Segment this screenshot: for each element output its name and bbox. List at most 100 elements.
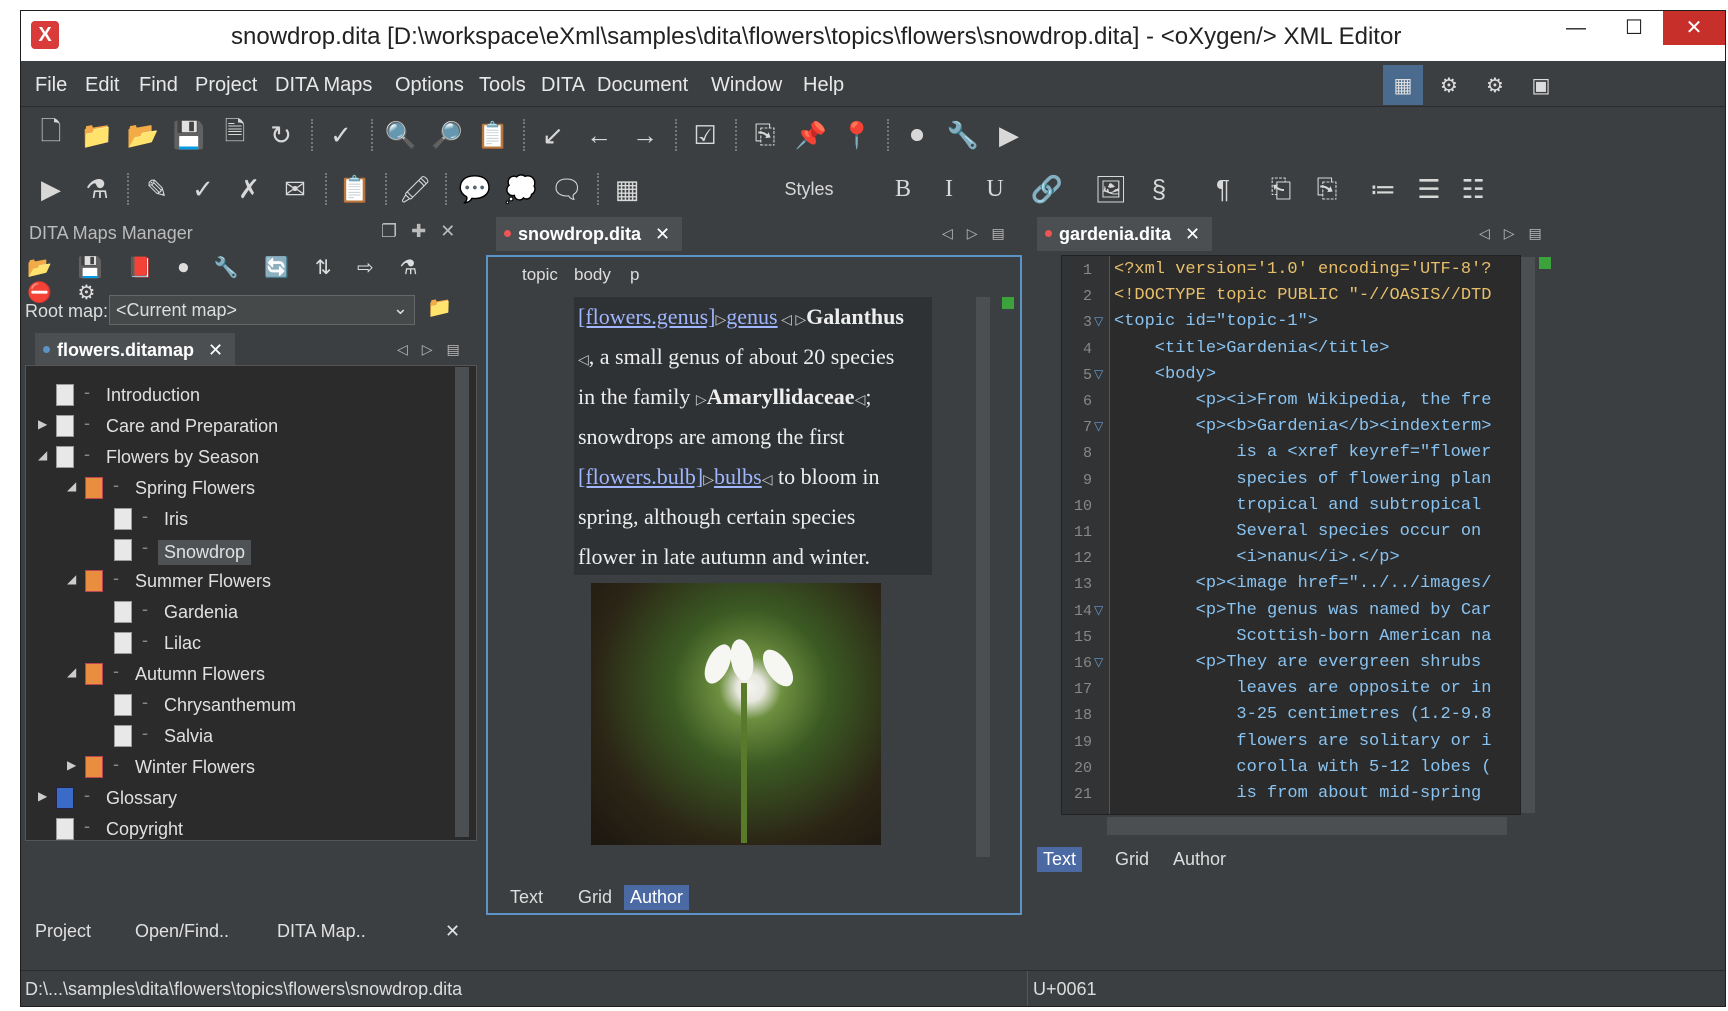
maximize-button[interactable]: ☐ xyxy=(1609,11,1659,45)
pin-red-icon[interactable]: 📌 xyxy=(795,119,827,151)
find-icon[interactable]: 🔍 xyxy=(385,119,417,151)
filter-icon[interactable]: ⚗ xyxy=(81,173,113,205)
expander-icon[interactable]: ◢ xyxy=(67,665,76,679)
code-area[interactable]: 1 2 3 ▽ 4 5 ▽ 6 7 ▽ 8 9 10 11 12 13 14 ▽ 15 16 ▽ 17 18 19 20 21 <?… xyxy=(1061,255,1521,815)
tree-item-lilac[interactable]: - Lilac xyxy=(26,628,476,659)
underline-button[interactable]: U xyxy=(979,173,1011,205)
menu-edit[interactable]: Edit xyxy=(85,74,119,97)
tree-scrollbar[interactable] xyxy=(455,367,469,837)
highlight-icon[interactable]: 🖍 xyxy=(399,173,432,205)
tab-nav-arrows[interactable]: ◁▷▤ xyxy=(942,225,1019,242)
arrow-right-icon[interactable]: → xyxy=(629,119,661,151)
mode-tab-text[interactable]: Text xyxy=(1037,847,1083,872)
fold-icon[interactable]: ▽ xyxy=(1094,367,1103,381)
mode-tab-author[interactable]: Author xyxy=(1167,847,1232,872)
minimize-button[interactable]: — xyxy=(1551,11,1601,45)
validate-icon[interactable]: ☑ xyxy=(689,119,721,151)
maps-toolbar[interactable]: 📂 💾 📕 ⏺ 🔧 🔄 ⇅ ⇨ ⚗ ⛔ ⚙ xyxy=(27,255,477,304)
tree-item-winter-flowers[interactable]: ▶ - Winter Flowers xyxy=(26,752,476,783)
tree-item-introduction[interactable]: - Introduction xyxy=(26,380,476,411)
tree-item-spring-flowers[interactable]: ◢ - Spring Flowers xyxy=(26,473,476,504)
remove-comment-icon[interactable]: 🗨 xyxy=(551,173,584,205)
close-icon[interactable]: ✕ xyxy=(445,921,460,942)
refresh-icon[interactable]: ↻ xyxy=(265,119,297,151)
keyref-icon[interactable]: ⎘ xyxy=(1311,173,1343,205)
tree-item-copyright[interactable]: - Copyright xyxy=(26,814,476,840)
spellcheck-icon[interactable]: ✓ xyxy=(325,119,357,151)
tree-item-iris[interactable]: - Iris xyxy=(26,504,476,535)
keyref-link[interactable]: bulbs xyxy=(714,464,762,489)
expander-icon[interactable]: ▶ xyxy=(67,758,76,772)
open-url-icon[interactable]: 📂 xyxy=(127,119,159,151)
layout-icon[interactable]: ▦ xyxy=(1383,65,1423,105)
folder-icon[interactable]: 📁 xyxy=(427,295,452,320)
accept-change-icon[interactable]: ✓ xyxy=(187,173,219,205)
breadcrumb-body[interactable]: body xyxy=(574,265,611,285)
document-paragraph[interactable]: [flowers.genus]▷genus ◁ ▷Galanthus ◁, a s… xyxy=(574,297,932,575)
code-scrollbar[interactable] xyxy=(1521,257,1535,813)
root-map-select[interactable]: <Current map> ⌄ xyxy=(109,295,415,325)
pin-green-icon[interactable]: 📍 xyxy=(841,119,873,151)
fold-icon[interactable]: ▽ xyxy=(1094,419,1103,433)
expander-icon[interactable]: ▶ xyxy=(38,789,47,803)
copy-folder-icon[interactable]: 📋 xyxy=(477,119,509,151)
find-files-icon[interactable]: 🔎 xyxy=(431,119,463,151)
perspective-icon[interactable]: ▣ xyxy=(1521,65,1561,105)
new-document-icon[interactable]: 🗋 xyxy=(35,116,67,151)
menu-dita-maps[interactable]: DITA Maps xyxy=(275,74,372,97)
configure-icon[interactable]: 🔧 xyxy=(947,119,979,151)
italic-button[interactable]: I xyxy=(933,173,965,205)
menu-find[interactable]: Find xyxy=(139,74,178,97)
list-collapse-icon[interactable]: ≔ xyxy=(1367,173,1399,205)
menu-window[interactable]: Window xyxy=(711,74,782,97)
close-tab-icon[interactable]: ✕ xyxy=(208,340,223,360)
mode-tab-grid[interactable]: Grid xyxy=(572,885,618,910)
mode-tab-author[interactable]: Author xyxy=(624,885,690,910)
keyref-link[interactable]: [flowers.bulb] xyxy=(578,464,703,489)
tree-item-summer-flowers[interactable]: ◢ - Summer Flowers xyxy=(26,566,476,597)
tab-flowers-ditamap[interactable]: flowers.ditamap ✕ xyxy=(35,333,236,367)
save-icon[interactable]: 💾 xyxy=(173,119,205,151)
section-icon[interactable]: § xyxy=(1143,173,1175,205)
tree-item-salvia[interactable]: - Salvia xyxy=(26,721,476,752)
tree-item-flowers-by-season[interactable]: ◢ - Flowers by Season xyxy=(26,442,476,473)
reject-change-icon[interactable]: ✗ xyxy=(233,173,265,205)
expander-icon[interactable]: ▶ xyxy=(38,417,47,431)
fold-icon[interactable]: ▽ xyxy=(1094,314,1103,328)
edit-comment-icon[interactable]: 💭 xyxy=(505,173,537,205)
back-icon[interactable]: ↙ xyxy=(537,119,569,151)
menu-tools[interactable]: Tools xyxy=(479,74,526,97)
expander-icon[interactable]: ◢ xyxy=(38,448,47,462)
conref-icon[interactable]: ⎗ xyxy=(1265,173,1297,205)
menu-file[interactable]: File xyxy=(35,74,67,97)
keyref-link[interactable]: [flowers.genus] xyxy=(578,304,715,329)
menu-dita[interactable]: DITA xyxy=(541,74,585,97)
mode-tab-text[interactable]: Text xyxy=(504,885,549,910)
tab-gardenia[interactable]: gardenia.dita ✕ xyxy=(1037,217,1213,251)
link-icon[interactable]: 🔗 xyxy=(1031,173,1063,205)
edit-attributes-icon[interactable]: ✎ xyxy=(141,173,173,205)
open-folder-icon[interactable]: 📁 xyxy=(81,119,113,151)
transform-icon[interactable]: ⎘ xyxy=(749,119,781,151)
numbered-list-icon[interactable]: ☷ xyxy=(1457,173,1489,205)
save-all-icon[interactable]: 🗎 xyxy=(219,116,251,151)
xpath-icon[interactable]: ▶ xyxy=(35,173,67,205)
table-icon[interactable]: ▦ xyxy=(611,173,643,205)
breadcrumb-p[interactable]: p xyxy=(630,265,639,285)
insert-image-icon[interactable]: 🖼 xyxy=(1095,173,1128,205)
menu-project[interactable]: Project xyxy=(195,74,257,97)
bulleted-list-icon[interactable]: ☰ xyxy=(1413,173,1445,205)
breadcrumb-topic[interactable]: topic xyxy=(522,265,558,285)
comment-change-icon[interactable]: ✉ xyxy=(279,173,311,205)
tree-item-glossary[interactable]: ▶ - Glossary xyxy=(26,783,476,814)
tree-item-snowdrop[interactable]: - Snowdrop xyxy=(26,535,476,566)
tree-item-autumn-flowers[interactable]: ◢ - Autumn Flowers xyxy=(26,659,476,690)
close-tab-icon[interactable]: ✕ xyxy=(655,224,670,244)
debug-icon[interactable]: ▶ xyxy=(993,119,1025,151)
expander-icon[interactable]: ◢ xyxy=(67,479,76,493)
panel-controls[interactable]: ❐✚✕ xyxy=(381,221,469,242)
menu-document[interactable]: Document xyxy=(597,74,688,97)
horizontal-scrollbar[interactable] xyxy=(1107,817,1507,835)
pilcrow-icon[interactable]: ¶ xyxy=(1207,173,1239,205)
tree-item-chrysanthemum[interactable]: - Chrysanthemum xyxy=(26,690,476,721)
